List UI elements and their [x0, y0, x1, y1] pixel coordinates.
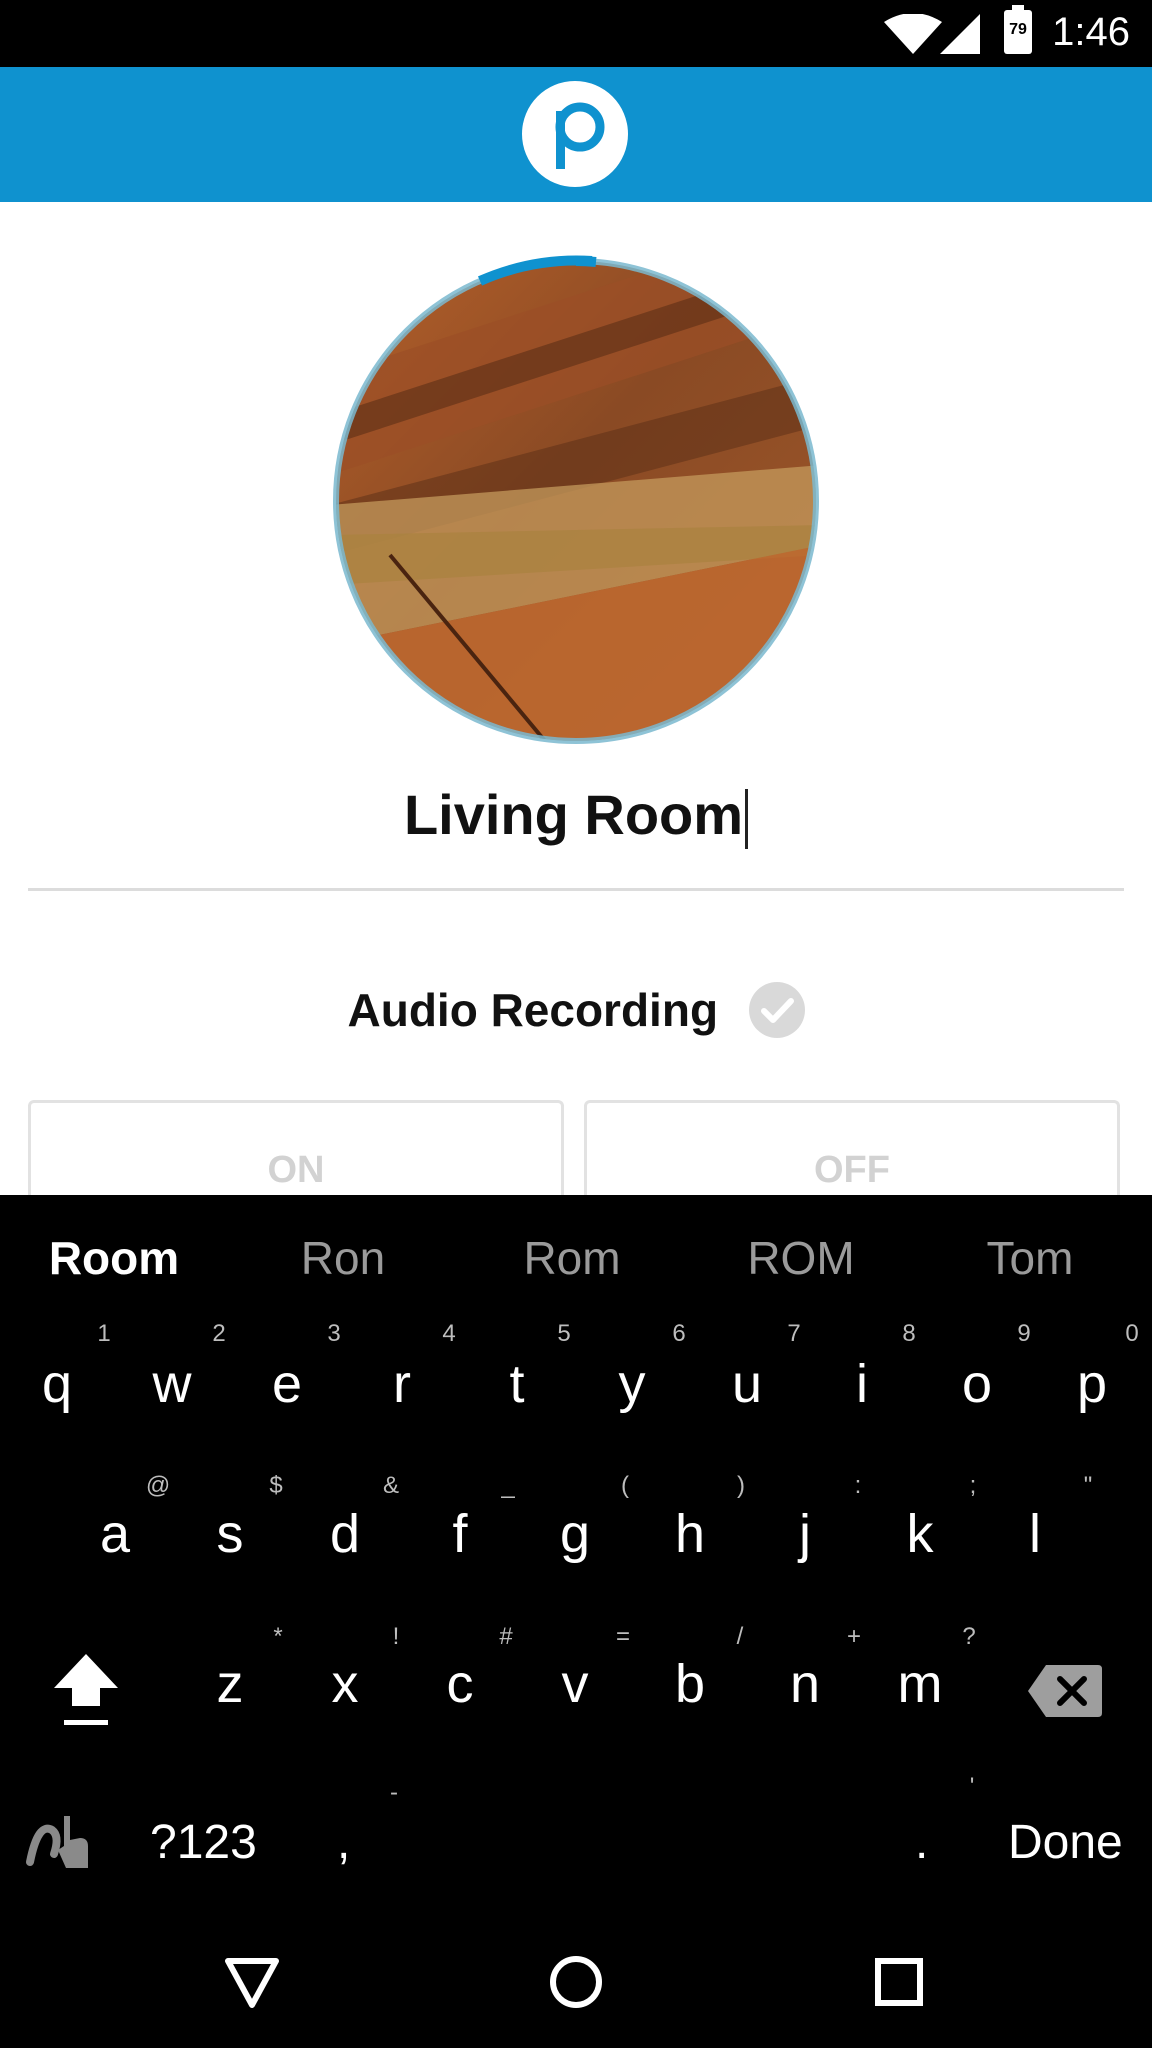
- key-u[interactable]: u: [697, 1353, 797, 1415]
- key-l[interactable]: l: [985, 1503, 1085, 1565]
- key-z[interactable]: z: [180, 1653, 280, 1715]
- key-hint: ): [737, 1472, 745, 1499]
- key-hint: 2: [212, 1320, 226, 1347]
- suggestion-item[interactable]: Rom: [472, 1231, 672, 1285]
- key-hint: 1: [97, 1320, 111, 1347]
- key-hint: $: [269, 1472, 283, 1499]
- key-hint: =: [615, 1623, 630, 1650]
- navigation-bar: [0, 1905, 1152, 2048]
- app-header: [0, 67, 1152, 202]
- key-r[interactable]: r: [352, 1353, 452, 1415]
- input-underline: [28, 888, 1124, 891]
- key-hint: *: [273, 1623, 283, 1650]
- key-d[interactable]: d: [295, 1503, 395, 1565]
- key-hint: 9: [1017, 1320, 1031, 1347]
- audio-off-button[interactable]: OFF: [584, 1100, 1120, 1196]
- room-name-input[interactable]: Living Room: [0, 770, 1152, 860]
- suggestion-item[interactable]: ROM: [701, 1231, 901, 1285]
- wifi-icon: [884, 14, 942, 54]
- key-hint: @: [145, 1472, 171, 1499]
- key-hint: #: [499, 1623, 513, 1650]
- key-hint: -: [390, 1779, 398, 1806]
- status-bar: 79 1:46: [0, 0, 1152, 67]
- key-q[interactable]: q: [7, 1353, 107, 1415]
- key-hint: 0: [1125, 1320, 1139, 1347]
- suggestion-item[interactable]: Room: [14, 1231, 214, 1285]
- key-o[interactable]: o: [927, 1353, 1027, 1415]
- audio-recording-label: Audio Recording: [347, 984, 719, 1036]
- key-hint: (: [621, 1472, 629, 1499]
- suggestion-item[interactable]: Tom: [930, 1231, 1130, 1285]
- key-k[interactable]: k: [870, 1503, 970, 1565]
- key-m[interactable]: m: [870, 1653, 970, 1715]
- key-p[interactable]: p: [1042, 1353, 1142, 1415]
- key-hint: :: [854, 1472, 862, 1499]
- key-hint: 5: [557, 1320, 571, 1347]
- key-hint: 4: [442, 1320, 456, 1347]
- home-icon[interactable]: [549, 1955, 603, 2009]
- key-hint: ;: [969, 1472, 977, 1499]
- audio-on-label: ON: [267, 1149, 325, 1191]
- key-hint: 6: [672, 1320, 686, 1347]
- key-t[interactable]: t: [467, 1353, 567, 1415]
- key-h[interactable]: h: [640, 1503, 740, 1565]
- space-bar[interactable]: [400, 1805, 880, 1885]
- battery-icon: 79: [1004, 5, 1032, 54]
- key-hint: 8: [902, 1320, 916, 1347]
- signal-icon: [940, 14, 980, 54]
- audio-recording-row: Audio Recording: [0, 975, 1152, 1045]
- gesture-typing-icon[interactable]: [24, 1810, 96, 1874]
- suggestion-strip: Room Ron Rom ROM Tom: [0, 1195, 1152, 1325]
- key-e[interactable]: e: [237, 1353, 337, 1415]
- room-photo[interactable]: [330, 255, 822, 747]
- key-b[interactable]: b: [640, 1653, 740, 1715]
- key-f[interactable]: f: [410, 1503, 510, 1565]
- key-x[interactable]: x: [295, 1653, 395, 1715]
- audio-on-button[interactable]: ON: [28, 1100, 564, 1196]
- period-key[interactable]: .: [915, 1815, 928, 1870]
- p-logo-icon[interactable]: [522, 81, 628, 187]
- key-hint: /: [736, 1623, 744, 1650]
- key-v[interactable]: v: [525, 1653, 625, 1715]
- soft-keyboard: Room Ron Rom ROM Tom 1 2 3 4 5 6 7 8 9 0…: [0, 1195, 1152, 1905]
- done-key[interactable]: Done: [1008, 1815, 1123, 1870]
- key-s[interactable]: s: [180, 1503, 280, 1565]
- key-w[interactable]: w: [122, 1353, 222, 1415]
- symbols-key[interactable]: ?123: [150, 1815, 257, 1870]
- key-hint: &: [382, 1472, 399, 1499]
- key-hint: ': [969, 1773, 975, 1800]
- check-icon[interactable]: [748, 982, 805, 1038]
- key-hint: +: [846, 1623, 861, 1650]
- shift-icon[interactable]: [50, 1650, 122, 1730]
- key-i[interactable]: i: [812, 1353, 912, 1415]
- audio-off-label: OFF: [814, 1149, 890, 1191]
- key-g[interactable]: g: [525, 1503, 625, 1565]
- key-y[interactable]: y: [582, 1353, 682, 1415]
- key-hint: _: [501, 1472, 515, 1499]
- key-hint: !: [392, 1623, 400, 1650]
- backspace-icon[interactable]: [1028, 1665, 1102, 1717]
- key-n[interactable]: n: [755, 1653, 855, 1715]
- key-hint: 7: [787, 1320, 801, 1347]
- key-hint: 3: [327, 1320, 341, 1347]
- comma-key[interactable]: ,: [337, 1815, 350, 1870]
- key-j[interactable]: j: [755, 1503, 855, 1565]
- text-cursor: [745, 789, 749, 850]
- key-a[interactable]: a: [65, 1503, 165, 1565]
- recents-icon[interactable]: [874, 1957, 924, 2007]
- key-c[interactable]: c: [410, 1653, 510, 1715]
- clock: 1:46: [1052, 10, 1130, 54]
- room-name-value: Living Room: [403, 783, 744, 846]
- key-hint: ?: [962, 1623, 976, 1650]
- suggestion-item[interactable]: Ron: [243, 1231, 443, 1285]
- battery-level: 79: [1009, 21, 1027, 38]
- back-icon[interactable]: [224, 1957, 280, 2009]
- wood-floor-photo: [333, 255, 819, 744]
- key-hint: ": [1083, 1472, 1093, 1499]
